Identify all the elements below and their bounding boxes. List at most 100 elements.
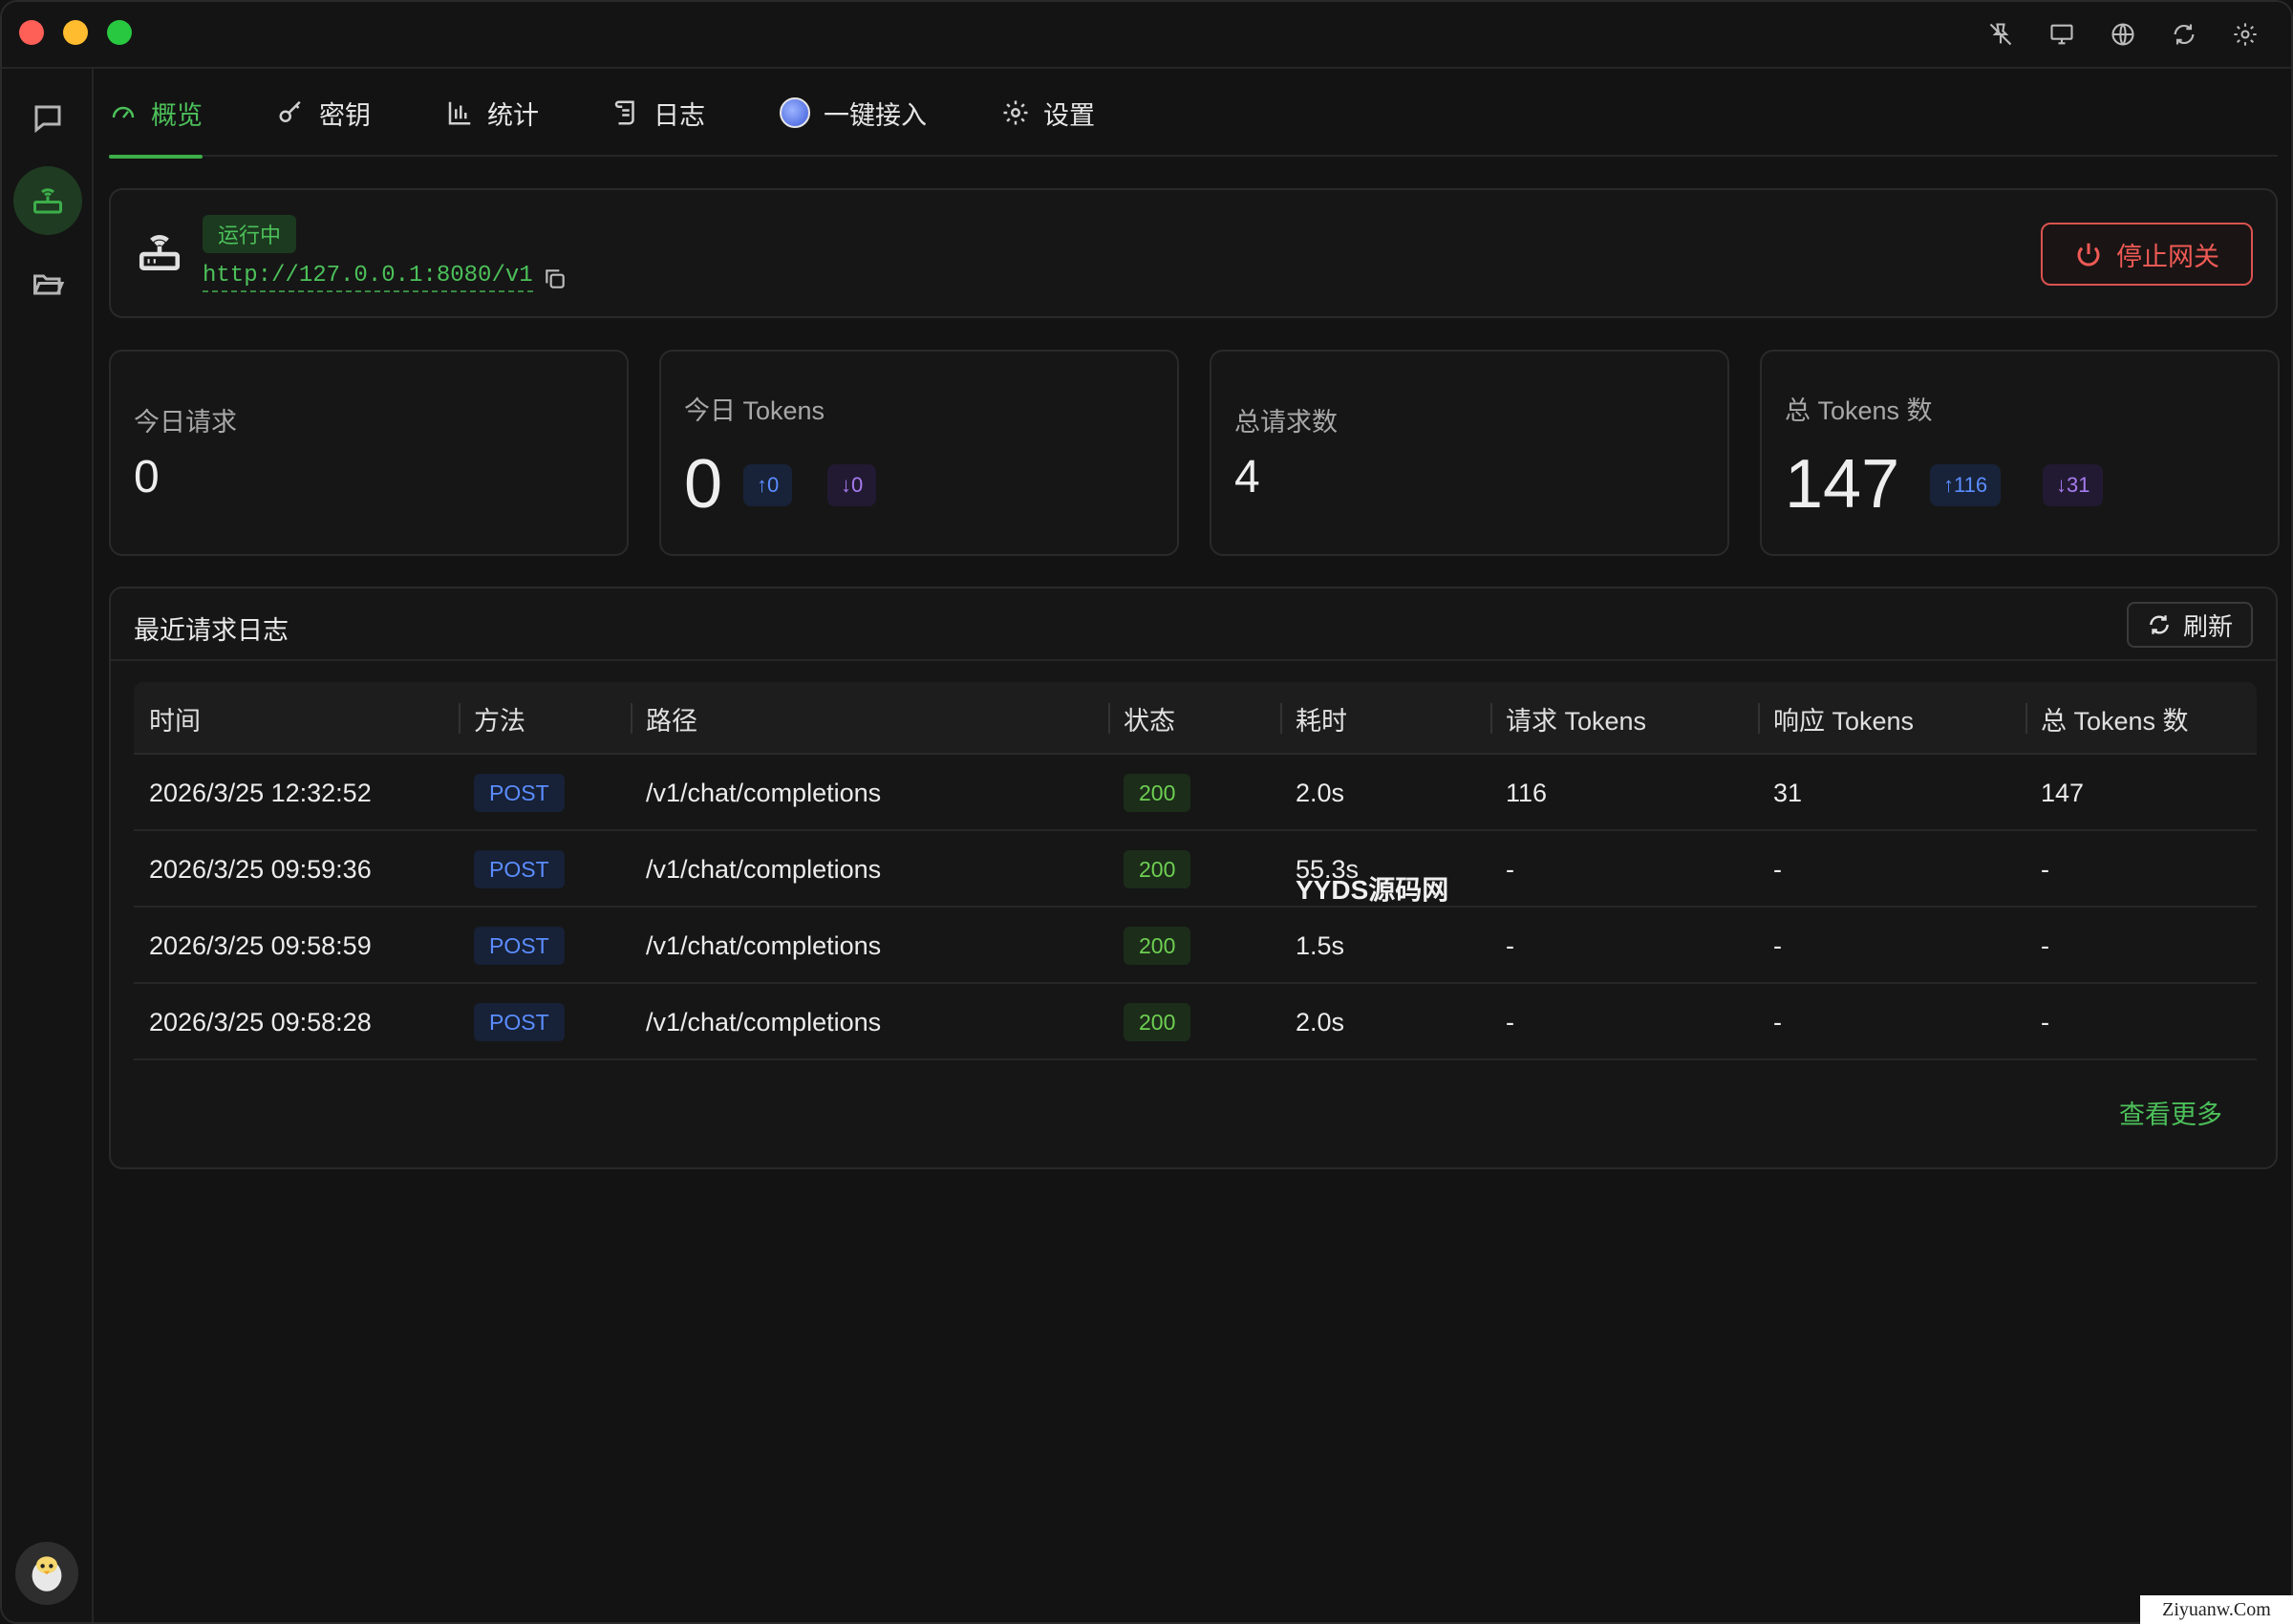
cell-status: 200 bbox=[1108, 831, 1191, 908]
tab-settings[interactable]: 设置 bbox=[1001, 69, 1095, 157]
status-badge: 200 bbox=[1124, 850, 1191, 888]
titlebar-actions bbox=[1985, 19, 2261, 50]
gateway-status-card: 运行中 http://127.0.0.1:8080/v1 停止网关 bbox=[109, 188, 2278, 318]
sync-icon[interactable] bbox=[2169, 19, 2199, 50]
router-icon bbox=[33, 188, 62, 214]
column-header-method[interactable]: 方法 bbox=[459, 682, 525, 755]
table-row[interactable]: 2026/3/25 09:58:59 POST /v1/chat/complet… bbox=[134, 908, 2257, 984]
stat-value: 4 bbox=[1234, 452, 1260, 502]
table-row[interactable]: 2026/3/25 09:59:36 POST /v1/chat/complet… bbox=[134, 831, 2257, 908]
status-badge: 200 bbox=[1124, 774, 1191, 812]
tokens-up-badge: ↑116 bbox=[1930, 464, 2002, 506]
power-icon bbox=[2077, 243, 2100, 267]
minimize-window-button[interactable] bbox=[63, 20, 88, 45]
stat-card-total-tokens: 总 Tokens 数 147 ↑116 ↓31 bbox=[1760, 350, 2280, 556]
recent-logs-card: 最近请求日志 刷新 时间 方法 路径 状态 耗时 请求 Tokens 响应 To… bbox=[109, 587, 2278, 1169]
monitor-icon[interactable] bbox=[2047, 19, 2077, 50]
cell-time: 2026/3/25 12:32:52 bbox=[149, 778, 372, 807]
cell-duration: 2.0s bbox=[1296, 1007, 1345, 1036]
sidebar-gateway-button[interactable] bbox=[13, 166, 82, 235]
gear-icon bbox=[1003, 100, 1028, 125]
cell-total-tokens: 147 bbox=[2041, 778, 2085, 807]
penguin-avatar-icon bbox=[32, 1556, 62, 1592]
column-header-total-tokens[interactable]: 总 Tokens 数 bbox=[2025, 682, 2189, 755]
corner-watermark: Ziyuanw.Com bbox=[2140, 1595, 2293, 1624]
app-window: 概览 密钥 统计 日志 一键接入 设置 运行中 http://127.0.0.1… bbox=[0, 0, 2293, 1624]
cell-time: 2026/3/25 09:58:28 bbox=[149, 1007, 372, 1036]
cell-path: /v1/chat/completions bbox=[646, 1007, 882, 1036]
globe-icon[interactable] bbox=[2108, 19, 2138, 50]
tokens-up-badge: ↑0 bbox=[743, 464, 793, 506]
main-tabs: 概览 密钥 统计 日志 一键接入 设置 bbox=[109, 69, 2278, 159]
cell-path: /v1/chat/completions bbox=[646, 930, 882, 960]
close-window-button[interactable] bbox=[19, 20, 44, 45]
refresh-button[interactable]: 刷新 bbox=[2127, 602, 2253, 648]
cell-response-tokens: - bbox=[1773, 930, 1782, 960]
column-header-duration[interactable]: 耗时 bbox=[1280, 682, 1347, 755]
sidebar-chat-button[interactable] bbox=[13, 84, 82, 153]
cell-method: POST bbox=[459, 831, 565, 908]
stat-value: 147 bbox=[1785, 446, 1900, 523]
column-header-response-tokens[interactable]: 响应 Tokens bbox=[1758, 682, 1914, 755]
stat-value: 0 bbox=[134, 452, 160, 502]
maximize-window-button[interactable] bbox=[107, 20, 132, 45]
cell-duration: 1.5s bbox=[1296, 930, 1345, 960]
settings-gear-icon[interactable] bbox=[2230, 19, 2261, 50]
tab-overview[interactable]: 概览 bbox=[109, 69, 203, 159]
scroll-icon bbox=[614, 100, 634, 125]
cell-status: 200 bbox=[1108, 984, 1191, 1060]
connect-icon bbox=[780, 97, 810, 128]
cell-time: 2026/3/25 09:58:59 bbox=[149, 930, 372, 960]
stat-card-total-requests: 总请求数 4 bbox=[1210, 350, 1729, 556]
cell-status: 200 bbox=[1108, 755, 1191, 831]
column-header-status[interactable]: 状态 bbox=[1108, 682, 1175, 755]
stat-value: 0 bbox=[684, 446, 723, 523]
sidebar-folder-button[interactable] bbox=[13, 250, 82, 319]
user-avatar[interactable] bbox=[15, 1542, 78, 1605]
cell-status: 200 bbox=[1108, 908, 1191, 984]
tokens-down-badge: ↓31 bbox=[2043, 464, 2104, 506]
status-badge: 200 bbox=[1124, 927, 1191, 965]
copy-icon[interactable] bbox=[543, 267, 568, 291]
unpin-icon[interactable] bbox=[1985, 19, 2016, 50]
refresh-icon bbox=[2150, 615, 2169, 634]
gateway-status-badge: 运行中 bbox=[203, 215, 297, 253]
cell-total-tokens: - bbox=[2041, 854, 2049, 884]
cell-path: /v1/chat/completions bbox=[646, 778, 882, 807]
folder-open-icon bbox=[33, 274, 65, 295]
column-header-request-tokens[interactable]: 请求 Tokens bbox=[1490, 682, 1646, 755]
chat-bubble-icon bbox=[34, 105, 61, 134]
stat-label: 今日请求 bbox=[134, 408, 237, 437]
method-badge: POST bbox=[474, 850, 565, 888]
tab-stats[interactable]: 统计 bbox=[445, 69, 539, 157]
column-header-path[interactable]: 路径 bbox=[631, 682, 697, 755]
stop-gateway-button[interactable]: 停止网关 bbox=[2041, 223, 2253, 286]
cell-response-tokens: - bbox=[1773, 1007, 1782, 1036]
table-row[interactable]: 2026/3/25 12:32:52 POST /v1/chat/complet… bbox=[134, 755, 2257, 831]
stat-label: 总请求数 bbox=[1234, 408, 1338, 437]
tab-logs[interactable]: 日志 bbox=[611, 69, 705, 157]
column-header-time[interactable]: 时间 bbox=[134, 682, 201, 755]
view-more-link[interactable]: 查看更多 bbox=[2119, 1094, 2222, 1131]
tab-keys[interactable]: 密钥 bbox=[277, 69, 371, 157]
cell-request-tokens: - bbox=[1506, 854, 1514, 884]
tab-quick-connect[interactable]: 一键接入 bbox=[780, 69, 927, 157]
gateway-url-link[interactable]: http://127.0.0.1:8080/v1 bbox=[203, 263, 533, 292]
table-header: 时间 方法 路径 状态 耗时 请求 Tokens 响应 Tokens 总 Tok… bbox=[134, 682, 2257, 755]
stat-card-today-requests: 今日请求 0 bbox=[109, 350, 629, 556]
router-icon bbox=[136, 228, 183, 276]
table-row[interactable]: 2026/3/25 09:58:28 POST /v1/chat/complet… bbox=[134, 984, 2257, 1060]
cell-method: POST bbox=[459, 908, 565, 984]
cell-time: 2026/3/25 09:59:36 bbox=[149, 854, 372, 884]
logs-header: 最近请求日志 刷新 bbox=[111, 588, 2276, 661]
cell-request-tokens: 116 bbox=[1506, 778, 1548, 807]
cell-request-tokens: - bbox=[1506, 930, 1514, 960]
cell-path: /v1/chat/completions bbox=[646, 854, 882, 884]
stat-label: 总 Tokens 数 bbox=[1785, 396, 1933, 425]
status-badge: 200 bbox=[1124, 1003, 1191, 1041]
stat-label: 今日 Tokens bbox=[684, 396, 825, 425]
stat-card-today-tokens: 今日 Tokens 0 ↑0 ↓0 bbox=[659, 350, 1179, 556]
cell-response-tokens: 31 bbox=[1773, 778, 1803, 807]
cell-request-tokens: - bbox=[1506, 1007, 1514, 1036]
cell-total-tokens: - bbox=[2041, 1007, 2049, 1036]
